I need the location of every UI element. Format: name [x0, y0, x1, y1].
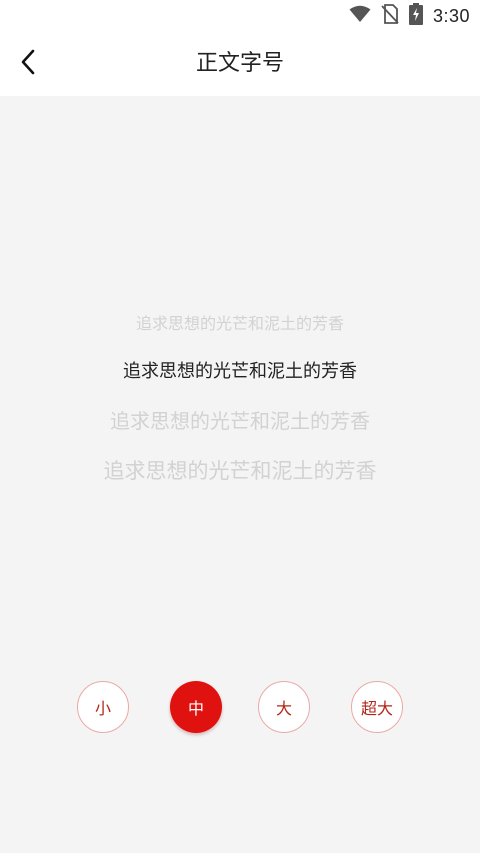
- preview-text-small: 追求思想的光芒和泥土的芳香: [135, 314, 344, 333]
- size-xlarge-button[interactable]: 超大: [351, 681, 403, 733]
- status-bar: 3:30: [0, 0, 480, 32]
- size-medium-button[interactable]: 中: [170, 681, 222, 733]
- wifi-icon: [349, 5, 371, 27]
- font-size-selector: 小 中 大 超大: [0, 681, 480, 735]
- app-header: 正文字号: [0, 32, 480, 96]
- status-icons: 3:30: [349, 3, 470, 29]
- size-small-button[interactable]: 小: [77, 681, 129, 733]
- status-time: 3:30: [432, 5, 470, 26]
- no-sim-icon: [381, 4, 399, 28]
- size-large-button[interactable]: 大: [258, 681, 310, 733]
- page-title: 正文字号: [195, 51, 284, 76]
- preview-text-xlarge: 追求思想的光芒和泥土的芳香: [103, 459, 377, 483]
- preview-text-medium: 追求思想的光芒和泥土的芳香: [123, 361, 357, 382]
- font-size-preview: 追求思想的光芒和泥土的芳香 追求思想的光芒和泥土的芳香 追求思想的光芒和泥土的芳…: [0, 300, 480, 487]
- preview-text-large: 追求思想的光芒和泥土的芳香: [110, 409, 370, 433]
- battery-charging-icon: [408, 3, 423, 29]
